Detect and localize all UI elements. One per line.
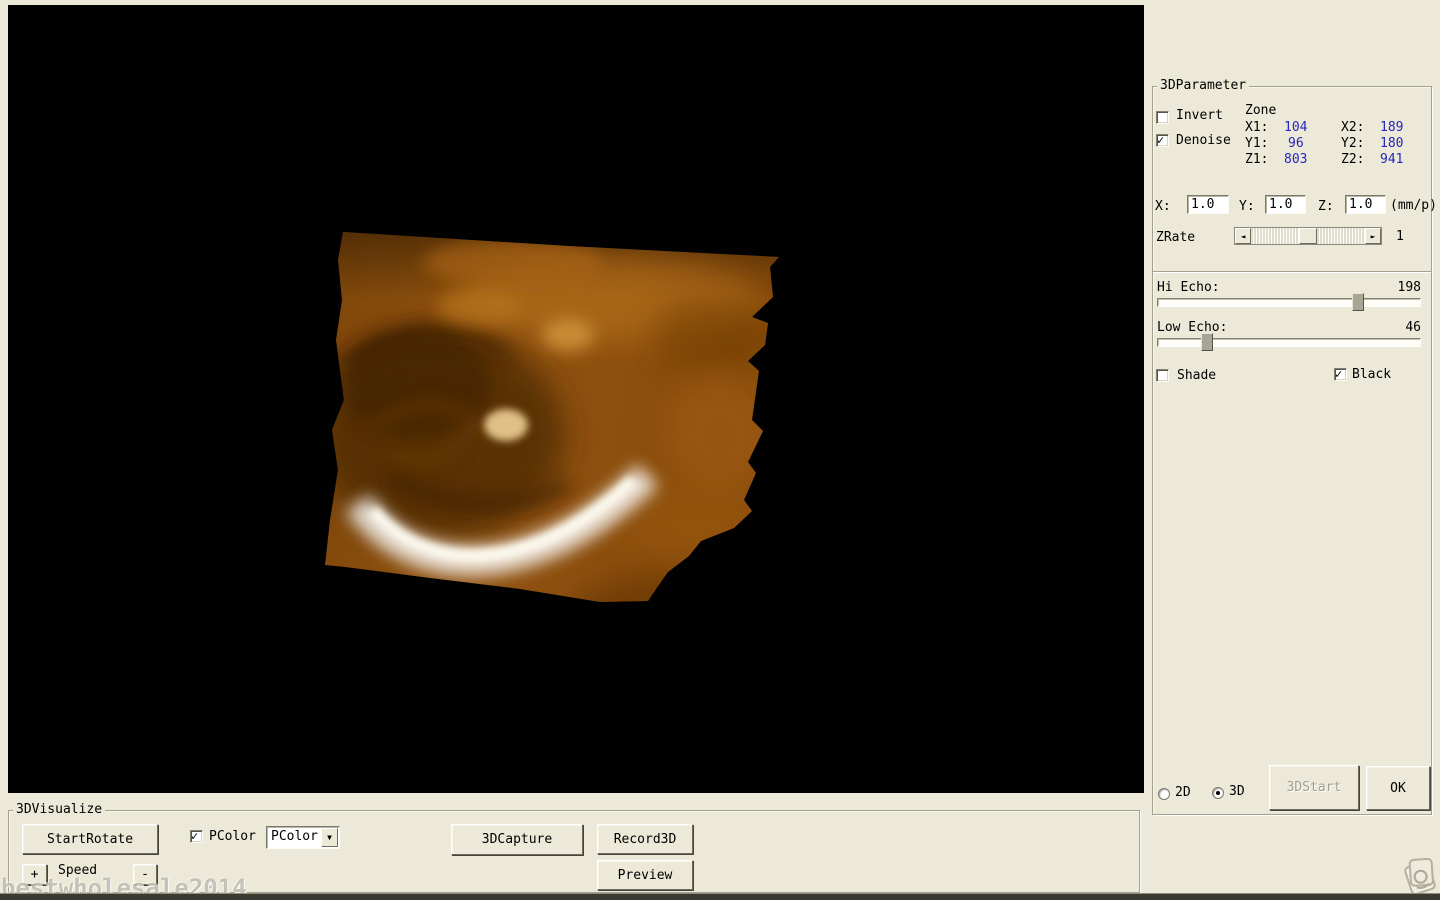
pcolor-dropdown-value: PColor bbox=[271, 829, 318, 844]
mode-3d-radio[interactable] bbox=[1212, 787, 1224, 799]
scale-z-input[interactable] bbox=[1345, 195, 1386, 214]
ok-button[interactable]: OK bbox=[1366, 766, 1430, 810]
hi-echo-value: 198 bbox=[1397, 280, 1421, 295]
zone-z2-label: Z2: bbox=[1341, 152, 1365, 167]
scale-z-label: Z: bbox=[1318, 199, 1334, 214]
zone-x1-value: 104 bbox=[1284, 120, 1308, 135]
zone-z1-label: Z1: bbox=[1245, 152, 1269, 167]
zone-y1-label: Y1: bbox=[1245, 136, 1269, 151]
hi-echo-slider-thumb[interactable] bbox=[1352, 293, 1364, 311]
3dstart-button[interactable]: 3DStart bbox=[1269, 765, 1359, 810]
zone-x2-label: X2: bbox=[1341, 120, 1365, 135]
scale-y-input[interactable] bbox=[1265, 195, 1306, 214]
start-rotate-button[interactable]: StartRotate bbox=[22, 824, 158, 854]
scale-y-label: Y: bbox=[1239, 199, 1255, 214]
visualize-group-title: 3DVisualize bbox=[13, 803, 106, 817]
hi-echo-slider-track[interactable] bbox=[1157, 298, 1421, 307]
zone-z1-value: 803 bbox=[1284, 152, 1308, 167]
watermark-stamp-icon bbox=[1404, 858, 1436, 895]
low-echo-slider-thumb[interactable] bbox=[1201, 333, 1213, 351]
zrate-value: 1 bbox=[1396, 229, 1404, 244]
mode-2d-label: 2D bbox=[1175, 785, 1191, 800]
scale-x-label: X: bbox=[1155, 199, 1171, 214]
bottom-strip bbox=[0, 893, 1440, 900]
shade-checkbox[interactable] bbox=[1156, 369, 1169, 382]
zrate-scrollbar[interactable]: ◄ ► bbox=[1234, 227, 1382, 245]
zone-z2-value: 941 bbox=[1380, 152, 1404, 167]
pcolor-dropdown-arrow-icon[interactable]: ▼ bbox=[321, 828, 338, 847]
zrate-label: ZRate bbox=[1156, 230, 1196, 245]
denoise-label: Denoise bbox=[1176, 133, 1231, 148]
zrate-scroll-thumb[interactable] bbox=[1299, 228, 1317, 244]
shade-label: Shade bbox=[1177, 368, 1217, 383]
mode-3d-label: 3D bbox=[1229, 784, 1245, 799]
scale-unit-label: (mm/p) bbox=[1390, 198, 1437, 213]
zone-x1-label: X1: bbox=[1245, 120, 1269, 135]
parameter-group-title: 3DParameter bbox=[1157, 79, 1250, 93]
parameter-groupbox: 3DParameter Invert Denoise Zone X1: 104 … bbox=[1152, 79, 1437, 815]
record3d-button[interactable]: Record3D bbox=[597, 824, 693, 854]
hi-echo-label: Hi Echo: bbox=[1157, 280, 1220, 295]
denoise-checkbox[interactable] bbox=[1156, 133, 1169, 147]
zone-y2-value: 180 bbox=[1380, 136, 1404, 151]
black-checkbox[interactable] bbox=[1334, 367, 1347, 381]
preview-button[interactable]: Preview bbox=[597, 860, 693, 890]
viewport-3d[interactable] bbox=[8, 5, 1144, 793]
zone-x2-value: 189 bbox=[1380, 120, 1404, 135]
zone-y1-value: 96 bbox=[1288, 136, 1304, 151]
pcolor-checkbox[interactable] bbox=[190, 829, 203, 843]
mode-2d-radio[interactable] bbox=[1158, 788, 1170, 800]
low-echo-value: 46 bbox=[1405, 320, 1421, 335]
ultrasound-3d-render[interactable] bbox=[8, 5, 1144, 793]
low-echo-slider-track[interactable] bbox=[1157, 338, 1421, 347]
black-label: Black bbox=[1352, 367, 1392, 382]
scale-x-input[interactable] bbox=[1187, 195, 1229, 214]
invert-label: Invert bbox=[1176, 108, 1223, 123]
zone-title: Zone bbox=[1245, 103, 1277, 118]
zone-y2-label: Y2: bbox=[1341, 136, 1365, 151]
zrate-scroll-left-icon[interactable]: ◄ bbox=[1235, 228, 1251, 244]
pcolor-dropdown[interactable]: PColor ▼ bbox=[266, 826, 340, 849]
invert-checkbox[interactable] bbox=[1156, 111, 1169, 124]
zrate-scroll-right-icon[interactable]: ► bbox=[1365, 228, 1381, 244]
3dcapture-button[interactable]: 3DCapture bbox=[451, 824, 583, 855]
pcolor-checkbox-label: PColor bbox=[209, 829, 256, 844]
separator-line bbox=[1153, 271, 1431, 273]
low-echo-label: Low Echo: bbox=[1157, 320, 1228, 335]
